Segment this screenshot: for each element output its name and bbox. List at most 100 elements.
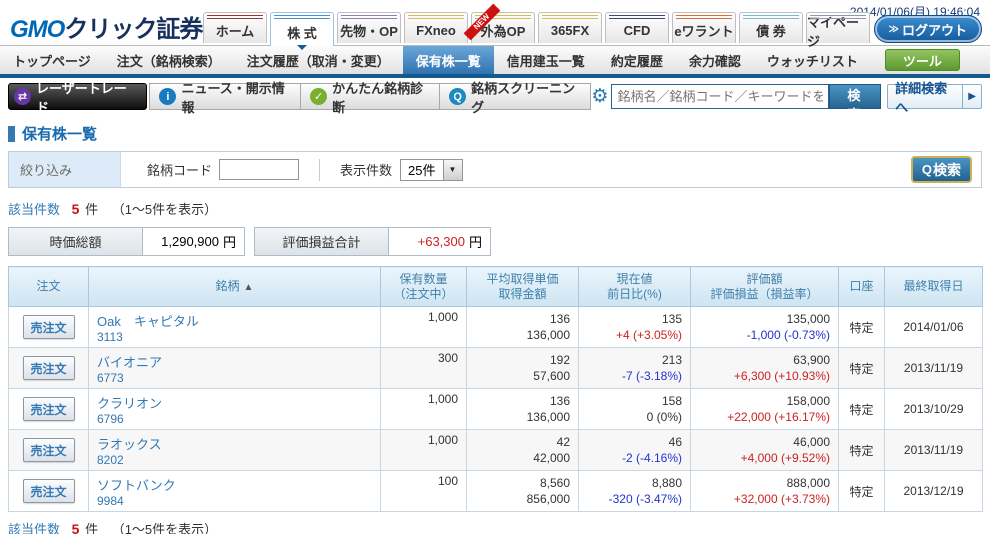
logout-button[interactable]: ≫ ログアウト bbox=[874, 15, 982, 43]
symbol-search-button[interactable]: 検索 bbox=[829, 84, 882, 109]
filter-search-button[interactable]: Q 検索 bbox=[911, 156, 972, 183]
advanced-search-button[interactable]: 詳細検索へ ▶ bbox=[887, 84, 982, 109]
tab-color-stripe bbox=[609, 15, 665, 19]
valuation-pl: +32,000 (+3.73%) bbox=[699, 491, 830, 507]
app-tab-9[interactable]: 債 券 bbox=[739, 12, 803, 43]
app-tab-2[interactable]: 株 式 bbox=[270, 12, 334, 46]
tool-button[interactable]: ツール bbox=[885, 49, 960, 71]
gear-icon[interactable]: ⚙ bbox=[591, 85, 608, 108]
sell-order-button[interactable]: 売注文 bbox=[23, 356, 75, 380]
day-change: 0 (0%) bbox=[587, 409, 682, 425]
sell-order-button[interactable]: 売注文 bbox=[23, 479, 75, 503]
app-tab-6[interactable]: 365FX bbox=[538, 12, 602, 43]
search-icon: Q bbox=[922, 162, 932, 177]
toolbar-button-diagnosis[interactable]: ✓かんたん銘柄診断 bbox=[300, 83, 440, 110]
current-price: 213 bbox=[587, 352, 682, 368]
stock-name-link[interactable]: バイオニア bbox=[97, 352, 372, 371]
column-header-line: 取得金額 bbox=[467, 287, 578, 302]
last-acquired-date-cell: 2013/10/29 bbox=[885, 389, 983, 430]
toolbar-button-label: かんたん銘柄診断 bbox=[332, 78, 430, 116]
table-body: 売注文Oak キャピタル31131,000136136,000135+4 (+3… bbox=[9, 307, 983, 512]
app-tab-4[interactable]: FXneo bbox=[404, 12, 468, 43]
display-count-select[interactable]: 25件 ▼ bbox=[400, 159, 462, 181]
subnav-item-2[interactable]: 注文（銘柄検索） bbox=[104, 46, 234, 74]
toolbar-button-info[interactable]: iニュース・開示情報 bbox=[149, 83, 301, 110]
stock-name-link[interactable]: Oak キャピタル bbox=[97, 311, 372, 330]
stock-code-input[interactable] bbox=[219, 159, 299, 180]
quantity-cell: 100 bbox=[381, 471, 467, 512]
logout-arrow-icon: ≫ bbox=[889, 24, 899, 35]
result-count-bottom: 該当件数 5 件 （1～5件を表示） bbox=[8, 519, 982, 534]
market-value-box: 時価総額 1,290,900 円 bbox=[8, 227, 245, 256]
subnav-item-3[interactable]: 注文履歴（取消・変更） bbox=[234, 46, 403, 74]
valuation-cell: 158,000+22,000 (+16.17%) bbox=[691, 389, 839, 430]
app-tab-3[interactable]: 先物・OP bbox=[337, 12, 401, 43]
avg-price-cell: 136136,000 bbox=[467, 307, 579, 348]
result-count-range: （1～5件を表示） bbox=[112, 202, 217, 217]
avg-price-cell: 8,560856,000 bbox=[467, 471, 579, 512]
subnav-item-7[interactable]: 余力確認 bbox=[676, 46, 754, 74]
column-header-3[interactable]: 保有数量（注文中） bbox=[381, 267, 467, 307]
toolbar-button-screening[interactable]: Q銘柄スクリーニング bbox=[439, 83, 591, 110]
display-count-label: 表示件数 bbox=[340, 160, 392, 179]
gmo-logo[interactable]: GMOクリック証券 bbox=[10, 9, 202, 44]
toolbar-button-group: iニュース・開示情報✓かんたん銘柄診断Q銘柄スクリーニング bbox=[150, 83, 591, 110]
app-tab-10[interactable]: マイページ bbox=[806, 12, 870, 43]
total-pl-box: 評価損益合計 +63,300 円 bbox=[254, 227, 491, 256]
column-header-5[interactable]: 現在値前日比(%) bbox=[579, 267, 691, 307]
valuation-pl: +6,300 (+10.93%) bbox=[699, 368, 830, 384]
stock-name-link[interactable]: クラリオン bbox=[97, 393, 372, 412]
stock-code-link[interactable]: 9984 bbox=[97, 494, 372, 508]
result-count-unit: 件 bbox=[85, 202, 98, 217]
symbol-search-input[interactable] bbox=[611, 84, 828, 109]
screening-icon: Q bbox=[449, 88, 466, 105]
column-header-4[interactable]: 平均取得単価取得金額 bbox=[467, 267, 579, 307]
sell-order-button[interactable]: 売注文 bbox=[23, 397, 75, 421]
column-header-line: （注文中） bbox=[381, 287, 466, 302]
result-count-label: 該当件数 bbox=[8, 522, 60, 534]
column-header-7[interactable]: 口座 bbox=[839, 267, 885, 307]
column-header-8[interactable]: 最終取得日 bbox=[885, 267, 983, 307]
app-tab-5[interactable]: NEW外為OP bbox=[471, 12, 535, 43]
table-row: 売注文クラリオン67961,000136136,0001580 (0%)158,… bbox=[9, 389, 983, 430]
sell-order-button[interactable]: 売注文 bbox=[23, 315, 75, 339]
logout-label: ログアウト bbox=[902, 20, 967, 39]
last-acquired-date-cell: 2013/11/19 bbox=[885, 348, 983, 389]
avg-price: 42 bbox=[475, 434, 570, 450]
stock-code-link[interactable]: 6773 bbox=[97, 371, 372, 385]
column-header-1[interactable]: 注文 bbox=[9, 267, 89, 307]
stock-name-link[interactable]: ラオックス bbox=[97, 434, 372, 453]
column-header-6[interactable]: 評価額評価損益（損益率） bbox=[691, 267, 839, 307]
subnav-item-5[interactable]: 信用建玉一覧 bbox=[494, 46, 598, 74]
account-type-cell: 特定 bbox=[839, 389, 885, 430]
laser-trade-button[interactable]: ⇄ レーザートレード bbox=[8, 83, 147, 110]
day-change: -2 (-4.16%) bbox=[587, 450, 682, 466]
subnav-item-1[interactable]: トップページ bbox=[0, 46, 104, 74]
logo-gmo-text: GMO bbox=[10, 16, 64, 43]
quantity-cell: 1,000 bbox=[381, 430, 467, 471]
subnav-item-6[interactable]: 約定履歴 bbox=[598, 46, 676, 74]
page-title: 保有株一覧 bbox=[8, 123, 982, 144]
stock-cell: Oak キャピタル3113 bbox=[89, 307, 381, 348]
stock-code-link[interactable]: 3113 bbox=[97, 330, 372, 344]
current-price-cell: 8,880-320 (-3.47%) bbox=[579, 471, 691, 512]
subnav-item-8[interactable]: ウォッチリスト bbox=[754, 46, 871, 74]
display-count-value: 25件 bbox=[401, 160, 442, 179]
tab-label: 365FX bbox=[551, 23, 589, 38]
stock-name-link[interactable]: ソフトバンク bbox=[97, 475, 372, 494]
stock-code-link[interactable]: 8202 bbox=[97, 453, 372, 467]
valuation-cell: 63,900+6,300 (+10.93%) bbox=[691, 348, 839, 389]
subnav-item-4[interactable]: 保有株一覧 bbox=[403, 46, 494, 74]
sort-asc-icon[interactable]: ▲ bbox=[244, 282, 254, 293]
tab-label: 債 券 bbox=[756, 21, 786, 40]
column-header-2[interactable]: 銘柄▲ bbox=[89, 267, 381, 307]
app-tab-7[interactable]: CFD bbox=[605, 12, 669, 43]
stock-code-link[interactable]: 6796 bbox=[97, 412, 372, 426]
table-row: 売注文Oak キャピタル31131,000136136,000135+4 (+3… bbox=[9, 307, 983, 348]
app-tabs: ホーム株 式先物・OPFXneoNEW外為OP 365FX CFDeワラント 債 券 マ… bbox=[203, 12, 870, 46]
market-value-amount: 1,290,900 bbox=[161, 234, 219, 249]
app-tab-8[interactable]: eワラント bbox=[672, 12, 736, 43]
sell-order-button[interactable]: 売注文 bbox=[23, 438, 75, 462]
app-tab-1[interactable]: ホーム bbox=[203, 12, 267, 43]
valuation-pl: +22,000 (+16.17%) bbox=[699, 409, 830, 425]
